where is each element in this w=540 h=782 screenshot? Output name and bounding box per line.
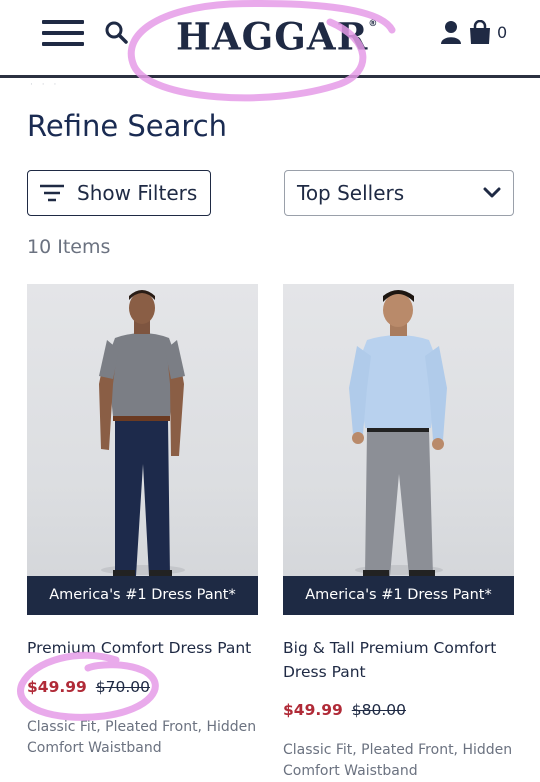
sale-price: $49.99 [283, 701, 343, 719]
product-description: Classic Fit, Pleated Front, Hidden Comfo… [283, 742, 513, 779]
product-name[interactable]: Big & Tall Premium Comfort Dress Pant [283, 636, 514, 684]
sort-select[interactable]: Top Sellers [284, 170, 514, 216]
product-image[interactable]: America's #1 Dress Pant* [27, 284, 258, 615]
item-count: 10 Items [27, 236, 111, 258]
show-filters-label: Show Filters [77, 181, 198, 205]
cart-count[interactable]: 0 [497, 23, 507, 42]
product-price: $49.99 $70.00 [27, 678, 150, 696]
account-icon[interactable] [440, 20, 462, 44]
partial-breadcrumb: · · · [30, 80, 60, 90]
site-header: HAGGAR® 0 [0, 0, 540, 78]
product-name[interactable]: Premium Comfort Dress Pant [27, 636, 258, 660]
menu-icon[interactable] [42, 20, 84, 48]
product-card[interactable]: America's #1 Dress Pant* Big & Tall Prem… [283, 284, 514, 779]
product-price: $49.99 $80.00 [283, 701, 406, 719]
model-figure-image [349, 290, 447, 576]
product-badge: America's #1 Dress Pant* [27, 576, 258, 615]
product-image[interactable]: America's #1 Dress Pant* [283, 284, 514, 615]
show-filters-button[interactable]: Show Filters [27, 170, 211, 216]
product-badge: America's #1 Dress Pant* [283, 576, 514, 615]
model-figure-image [99, 290, 185, 576]
sale-price: $49.99 [27, 678, 87, 696]
original-price: $80.00 [351, 701, 407, 719]
search-icon[interactable] [104, 20, 128, 44]
shopping-bag-icon[interactable] [469, 20, 491, 44]
haggar-logo[interactable]: HAGGAR® [176, 10, 378, 58]
sort-selected-value: Top Sellers [297, 181, 405, 205]
page-title: Refine Search [27, 109, 228, 143]
product-description: Classic Fit, Pleated Front, Hidden Comfo… [27, 719, 257, 756]
original-price: $70.00 [95, 678, 151, 696]
chevron-down-icon [483, 187, 501, 198]
filter-icon [40, 184, 64, 202]
product-card[interactable]: America's #1 Dress Pant* Premium Comfort… [27, 284, 258, 756]
